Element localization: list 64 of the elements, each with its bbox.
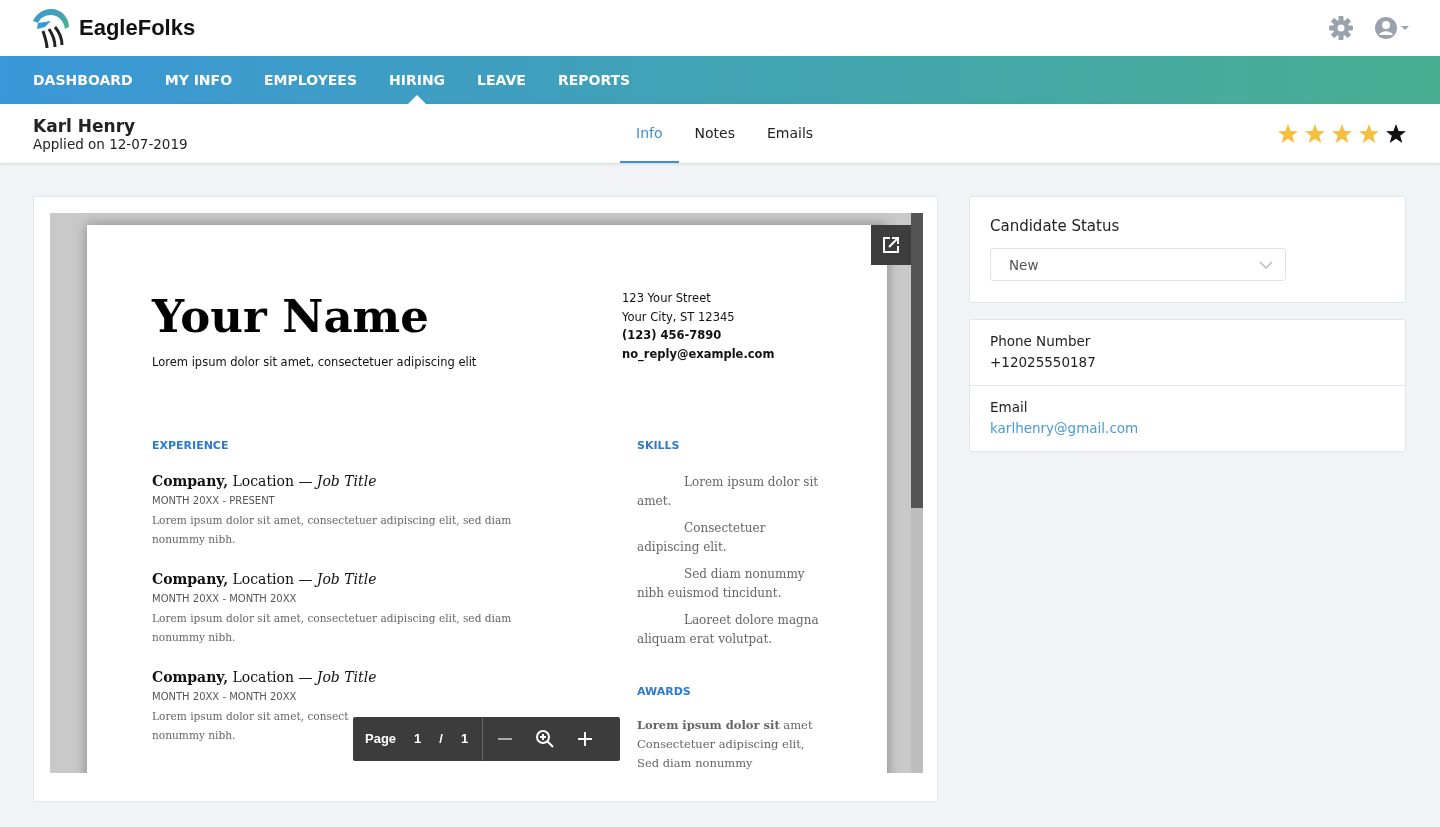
job-description: nonummy nibh. — [152, 629, 236, 645]
award-text: Sed diam nonummy — [637, 754, 754, 772]
scrollbar-thumb[interactable] — [911, 213, 923, 508]
star-icon — [1358, 122, 1380, 145]
page-number-field[interactable]: 1 — [414, 731, 422, 747]
open-external-icon — [881, 235, 901, 255]
email-link[interactable]: karlhenry@gmail.com — [990, 420, 1139, 436]
section-heading: SKILLS — [637, 438, 681, 452]
settings-icon[interactable] — [1328, 15, 1354, 41]
nav-item[interactable]: EMPLOYEES — [264, 56, 357, 104]
address-line: no_reply@example.com — [622, 345, 775, 363]
job-description: nonummy nibh. — [152, 727, 236, 743]
applied-date: Applied on 12-07-2019 — [33, 135, 188, 152]
field-label: Email — [990, 399, 1029, 415]
star-rating[interactable] — [1277, 122, 1407, 145]
job-title: Company, Location — Job Title — [152, 668, 378, 685]
skill-text: Lorem ipsum dolor sit amet. — [637, 473, 820, 510]
field-label: Phone Number — [990, 333, 1092, 349]
chevron-down-icon — [1259, 260, 1273, 269]
user-menu-icon[interactable] — [1374, 15, 1410, 41]
app-name: EagleFolks — [79, 15, 196, 41]
tab[interactable]: Info — [620, 104, 679, 163]
award-text: Consectetuer adipiscing elit, — [637, 735, 806, 753]
skill-text: Laoreet dolore magna aliquam erat volutpat. — [637, 611, 820, 648]
page-separator: / — [439, 731, 443, 747]
eagle-logo-icon — [31, 7, 71, 49]
status-dropdown[interactable]: New — [990, 248, 1286, 281]
tab[interactable]: Notes — [678, 104, 751, 163]
nav-item[interactable]: REPORTS — [557, 56, 631, 104]
job-title: Company, Location — Job Title — [152, 472, 378, 489]
skill-text: Consectetuer adipiscing elit. — [637, 519, 767, 556]
section-heading: EXPERIENCE — [152, 438, 230, 452]
open-external-button[interactable] — [871, 225, 911, 265]
job-dates: MONTH 20XX - MONTH 20XX — [152, 690, 298, 702]
star-icon — [1385, 122, 1407, 145]
card-title: Candidate Status — [990, 217, 1121, 235]
candidate-name: Karl Henry — [33, 115, 137, 136]
job-description: Lorem ipsum dolor sit amet, consect — [152, 708, 349, 724]
nav-item[interactable]: MY INFO — [164, 56, 233, 104]
field-value: +12025550187 — [990, 354, 1096, 370]
zoom-icon[interactable] — [535, 729, 556, 749]
skill-text: Sed diam nonummy nibh euismod tincidunt. — [637, 565, 806, 602]
address-line: 123 Your Street — [622, 290, 711, 307]
resume-tagline: Lorem ipsum dolor sit amet, consectetuer adipiscing elit — [152, 354, 478, 369]
address-line: (123) 456-7890 — [622, 327, 722, 344]
job-description: nonummy nibh. — [152, 531, 236, 547]
page-total: 1 — [460, 731, 469, 747]
nav-item[interactable]: DASHBOARD — [33, 56, 133, 104]
job-dates: MONTH 20XX - PRESENT — [152, 494, 276, 506]
nav-item[interactable]: HIRING — [389, 56, 446, 104]
section-heading: AWARDS — [637, 684, 692, 698]
nav-item[interactable]: LEAVE — [477, 56, 526, 104]
star-icon — [1331, 122, 1353, 145]
job-description: Lorem ipsum dolor sit amet, consectetuer adipiscing elit, sed diam — [152, 610, 512, 626]
page-label: Page — [365, 731, 397, 747]
award-text: Lorem ipsum dolor sit amet — [637, 716, 814, 734]
star-icon — [1304, 122, 1326, 145]
job-dates: MONTH 20XX - MONTH 20XX — [152, 592, 298, 604]
address-line: Your City, ST 12345 — [622, 308, 735, 326]
resume-name: Your Name — [152, 291, 430, 343]
job-description: Lorem ipsum dolor sit amet, consectetuer adipiscing elit, sed diam — [152, 512, 512, 528]
job-title: Company, Location — Job Title — [152, 570, 378, 587]
tab[interactable]: Emails — [750, 104, 830, 163]
star-icon — [1277, 122, 1299, 145]
